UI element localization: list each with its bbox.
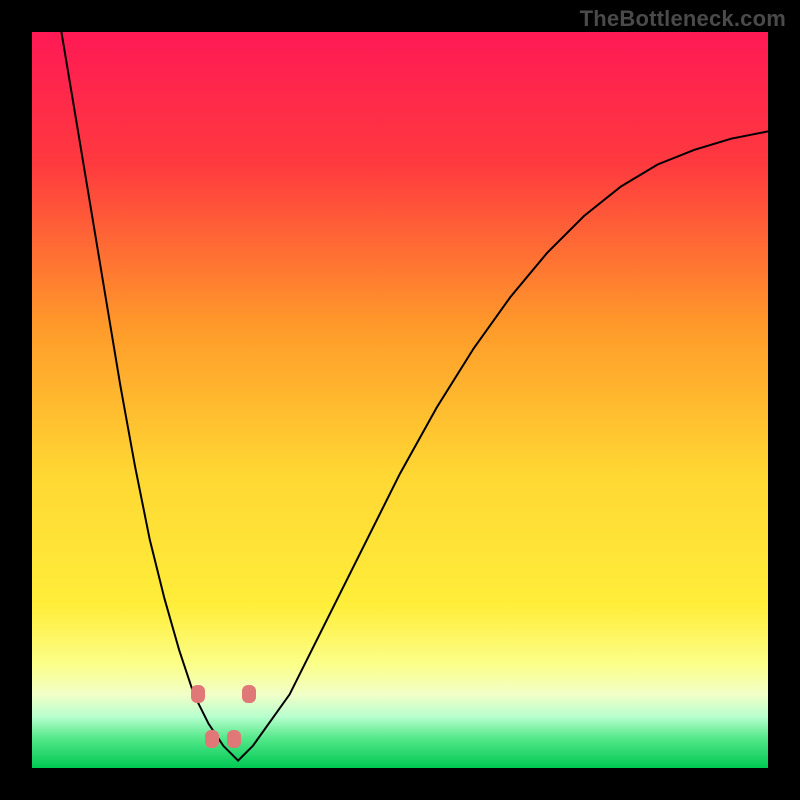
chart-canvas: TheBottleneck.com — [0, 0, 800, 800]
curve-marker — [205, 730, 219, 748]
curve-marker — [191, 685, 205, 703]
watermark-text: TheBottleneck.com — [580, 6, 786, 32]
plot-area — [32, 32, 768, 768]
curve-marker — [242, 685, 256, 703]
curve-marker — [227, 730, 241, 748]
background-gradient — [32, 32, 768, 768]
